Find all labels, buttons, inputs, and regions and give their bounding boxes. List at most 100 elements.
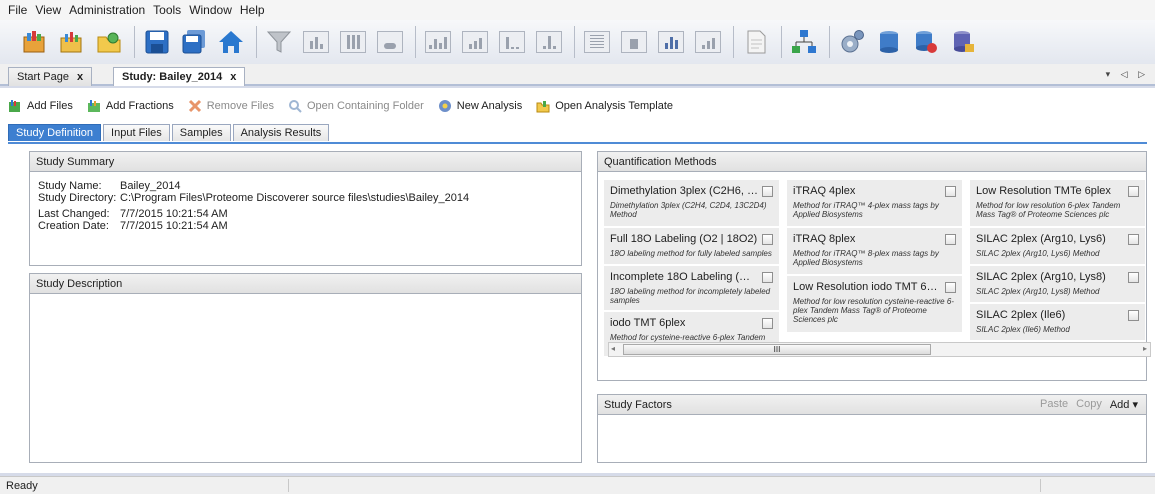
quant-method-item[interactable]: SILAC 2plex (Arg10, Lys8) SILAC 2plex (A… (970, 266, 1145, 302)
toolbar-separator (415, 26, 416, 58)
menu-window[interactable]: Window (185, 3, 236, 17)
new-study-button[interactable] (55, 25, 89, 59)
menu-tools[interactable]: Tools (149, 3, 185, 17)
database-add-icon (916, 31, 937, 53)
remove-files-button[interactable]: Remove Files (188, 99, 274, 113)
scroll-thumb[interactable]: III (623, 344, 931, 355)
quant-method-item[interactable]: iTRAQ 4plex Method for iTRAQ™ 4-plex mas… (787, 180, 962, 226)
quant-method-checkbox[interactable] (1128, 233, 1139, 245)
menu-administration[interactable]: Administration (65, 3, 149, 17)
quant-method-checkbox[interactable] (762, 317, 773, 329)
quant-method-item[interactable]: Full 18O Labeling (O2 | 18O2) 18O labeli… (604, 228, 779, 264)
spectrum-view-button[interactable] (299, 25, 333, 59)
grid-view-icon (340, 31, 366, 53)
add-fractions-label: Add Fractions (105, 100, 174, 112)
bar-chart-button[interactable] (458, 25, 492, 59)
new-study-icon (60, 32, 82, 53)
quant-method-checkbox[interactable] (945, 185, 956, 197)
toolbar-separator (733, 26, 734, 58)
study-factors-title: Study Factors (604, 398, 672, 411)
copy-button[interactable]: Copy (1076, 398, 1102, 411)
quant-method-checkbox[interactable] (945, 281, 956, 293)
database-button[interactable] (872, 25, 906, 59)
table-view-button[interactable] (580, 25, 614, 59)
save-button[interactable] (140, 25, 174, 59)
tab-input-files[interactable]: Input Files (103, 124, 170, 141)
open-study-button[interactable] (18, 25, 52, 59)
open-containing-folder-button[interactable]: Open Containing Folder (288, 99, 424, 113)
save-all-icon (182, 30, 205, 54)
database-icon (880, 31, 898, 53)
histogram-alt-button[interactable] (691, 25, 725, 59)
quant-methods-horizontal-scrollbar[interactable]: ◂ III ▸ (608, 342, 1151, 357)
quant-method-checkbox[interactable] (945, 233, 956, 245)
quant-method-item[interactable]: Incomplete 18O Labeling (O2 |... 18O lab… (604, 266, 779, 310)
save-all-button[interactable] (177, 25, 211, 59)
scroll-left-arrow-icon[interactable]: ◂ (611, 344, 615, 353)
quant-method-item[interactable]: SILAC 2plex (Arg10, Lys6) SILAC 2plex (A… (970, 228, 1145, 264)
subtab-underline (8, 142, 1147, 144)
open-study-icon (23, 31, 45, 53)
mass-chart-button[interactable] (532, 25, 566, 59)
status-bar: Ready (0, 476, 1155, 494)
grid-view-button[interactable] (336, 25, 370, 59)
tab-study-bailey[interactable]: Study: Bailey_2014 x (113, 67, 246, 86)
study-name-label: Study Name: (38, 180, 102, 192)
database-add-button[interactable] (909, 25, 943, 59)
last-changed-value: 7/7/2015 10:21:54 AM (120, 208, 228, 220)
quant-method-checkbox[interactable] (762, 271, 773, 283)
quant-method-checkbox[interactable] (762, 185, 773, 197)
tab-label: Start Page (17, 71, 69, 83)
menu-view[interactable]: View (31, 3, 65, 17)
add-factor-button[interactable]: Add ▾ (1110, 398, 1138, 411)
new-analysis-label: New Analysis (456, 100, 523, 112)
chromatogram-button[interactable] (421, 25, 455, 59)
peak-chart-button[interactable] (495, 25, 529, 59)
settings-gear-icon (841, 30, 864, 53)
tab-study-definition[interactable]: Study Definition (8, 124, 102, 141)
toolbar-separator (134, 26, 135, 58)
open-analysis-template-button[interactable]: Open Analysis Template (536, 99, 673, 113)
paste-button[interactable]: Paste (1040, 398, 1068, 411)
tab-start-page[interactable]: Start Page x (8, 67, 93, 86)
quant-method-checkbox[interactable] (1128, 271, 1139, 283)
tab-analysis-results[interactable]: Analysis Results (232, 124, 330, 141)
menu-help[interactable]: Help (236, 3, 269, 17)
quant-method-description: 18O labeling method for fully labeled sa… (610, 249, 772, 258)
menu-file[interactable]: File (4, 3, 31, 17)
quant-method-item[interactable]: Low Resolution iodo TMT 6plex Method for… (787, 276, 962, 332)
home-button[interactable] (214, 25, 248, 59)
quant-method-item[interactable]: iTRAQ 8plex Method for iTRAQ™ 8-plex mas… (787, 228, 962, 274)
quant-method-checkbox[interactable] (762, 233, 773, 245)
close-icon[interactable]: x (230, 71, 236, 83)
new-analysis-button[interactable]: New Analysis (438, 99, 522, 113)
histogram-button[interactable] (654, 25, 688, 59)
quant-method-checkbox[interactable] (1128, 185, 1139, 197)
close-icon[interactable]: x (77, 71, 83, 83)
document-button[interactable] (739, 25, 773, 59)
add-files-button[interactable]: Add Files (8, 99, 73, 113)
database-maintenance-button[interactable] (946, 25, 980, 59)
quant-method-item[interactable]: SILAC 2plex (Ile6) SILAC 2plex (Ile6) Me… (970, 304, 1145, 340)
quant-method-description: SILAC 2plex (Arg10, Lys6) Method (976, 249, 1100, 258)
scroll-right-arrow-icon[interactable]: ▸ (1143, 344, 1147, 353)
study-description-textarea[interactable] (30, 294, 581, 459)
quant-method-checkbox[interactable] (1128, 309, 1139, 321)
toolbar-separator (829, 26, 830, 58)
status-text: Ready (6, 479, 38, 492)
peak-chart-icon (499, 31, 525, 53)
add-fractions-button[interactable]: Add Fractions (87, 99, 174, 113)
quant-method-item[interactable]: Dimethylation 3plex (C2H6, C2H... Dimeth… (604, 180, 779, 226)
filter-button[interactable] (262, 25, 296, 59)
quant-method-name: Low Resolution TMTe 6plex (976, 185, 1111, 197)
settings-button[interactable] (835, 25, 869, 59)
quant-method-item[interactable]: Low Resolution TMTe 6plex Method for low… (970, 180, 1145, 226)
sequence-view-button[interactable] (617, 25, 651, 59)
quantification-methods-panel: Quantification Methods Dimethylation 3pl… (597, 151, 1151, 381)
tab-samples[interactable]: Samples (171, 124, 231, 141)
quant-method-name: Dimethylation 3plex (C2H6, C2H... (610, 185, 758, 197)
eye-view-button[interactable] (373, 25, 407, 59)
tab-overflow-controls[interactable]: ▾ ◁ ▷ (1106, 69, 1149, 80)
workflow-button[interactable] (787, 25, 821, 59)
open-result-button[interactable] (92, 25, 126, 59)
